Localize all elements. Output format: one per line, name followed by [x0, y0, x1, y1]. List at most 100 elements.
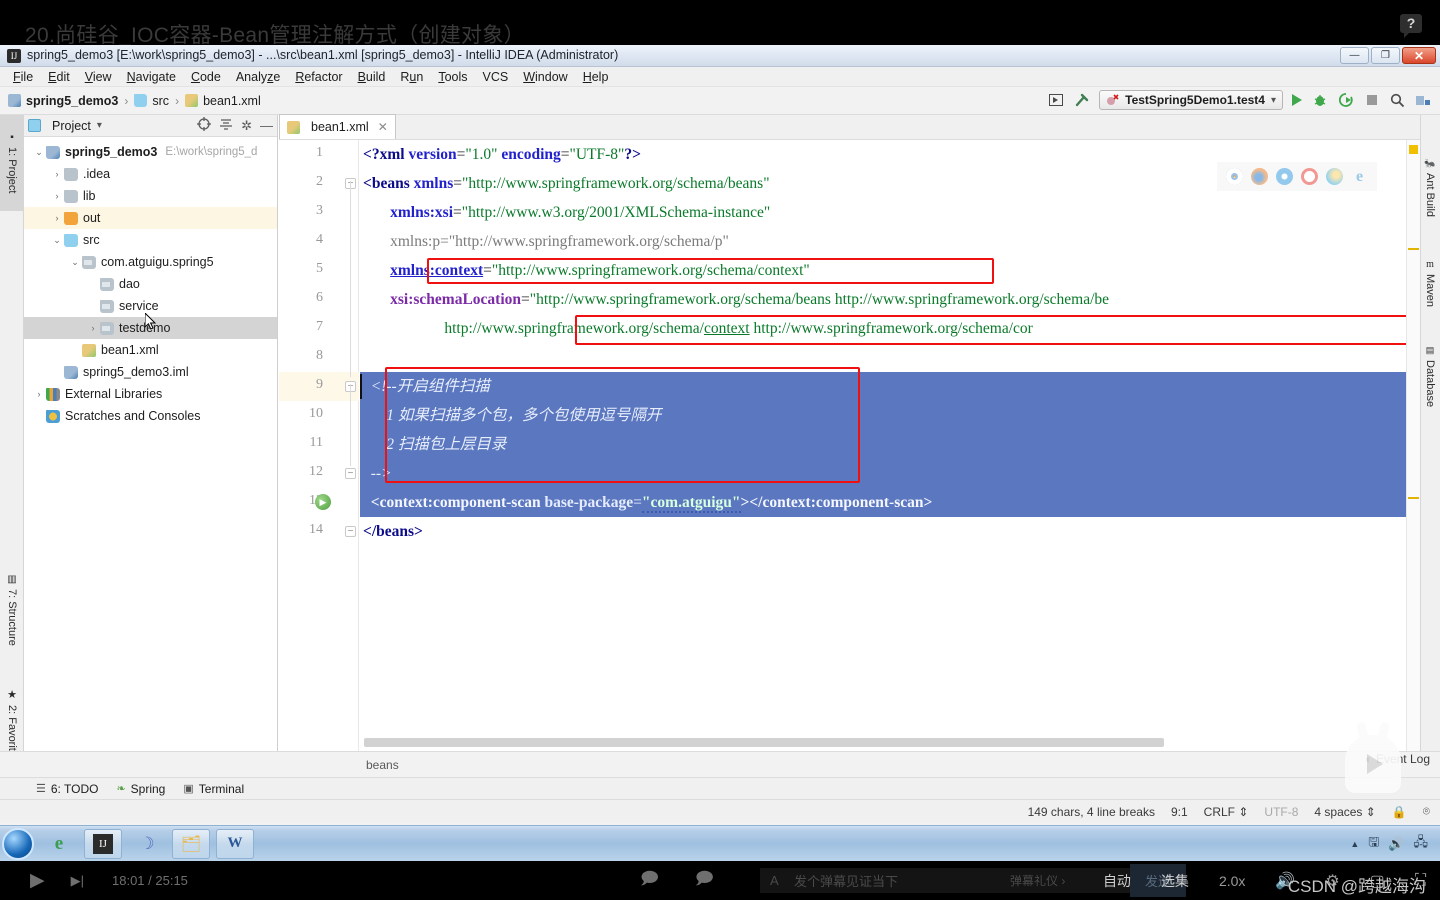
- project-structure-icon[interactable]: [1415, 92, 1432, 109]
- menu-file[interactable]: File: [6, 68, 40, 86]
- fold-icon[interactable]: −: [345, 468, 356, 479]
- debug-icon[interactable]: [1311, 92, 1328, 109]
- chevron-icon[interactable]: ›: [50, 191, 64, 201]
- edge-icon[interactable]: e: [1351, 168, 1368, 185]
- close-button[interactable]: ✕: [1402, 47, 1436, 64]
- settings-gear-icon[interactable]: ✲: [241, 118, 252, 134]
- chevron-icon[interactable]: ›: [32, 389, 46, 399]
- caret-position[interactable]: 9:1: [1171, 805, 1188, 819]
- inspection-status-marker[interactable]: [1409, 145, 1418, 154]
- taskbar-word-icon[interactable]: W: [216, 828, 254, 859]
- run-coverage-icon[interactable]: [1337, 92, 1354, 109]
- volume-icon[interactable]: 🔊: [1388, 836, 1404, 852]
- menu-navigate[interactable]: Navigate: [120, 68, 183, 86]
- tree-item--idea[interactable]: › .idea: [24, 163, 277, 185]
- menu-run[interactable]: Run: [393, 68, 430, 86]
- tree-item-spring5-demo3[interactable]: ⌄ spring5_demo3 E:\work\spring5_d: [24, 141, 277, 163]
- next-icon[interactable]: ▶|: [71, 873, 84, 889]
- horizontal-scrollbar[interactable]: [364, 738, 1164, 747]
- chevron-icon[interactable]: ›: [50, 169, 64, 179]
- chevron-icon[interactable]: ⌄: [50, 235, 64, 246]
- indent-setting[interactable]: 4 spaces ⇕: [1314, 805, 1375, 819]
- chevron-icon[interactable]: ›: [86, 323, 100, 333]
- help-bubble-icon[interactable]: ?: [1400, 14, 1422, 38]
- sidebar-item-ant-build[interactable]: 🐜 Ant Build: [1420, 143, 1440, 233]
- marker-tick[interactable]: [1408, 497, 1419, 499]
- menu-view[interactable]: View: [78, 68, 119, 86]
- taskbar-firefox-icon[interactable]: ☽: [128, 829, 166, 859]
- auto-quality-button[interactable]: 自动: [1103, 871, 1131, 891]
- menu-build[interactable]: Build: [351, 68, 393, 86]
- inspection-icon[interactable]: ⌾: [1423, 804, 1430, 819]
- editor-marker-bar[interactable]: [1406, 140, 1420, 751]
- chevron-icon[interactable]: ⌄: [68, 257, 82, 268]
- menu-edit[interactable]: Edit: [41, 68, 77, 86]
- chevron-icon[interactable]: ›: [50, 213, 64, 223]
- breadcrumb-src[interactable]: src: [134, 94, 169, 108]
- menu-vcs[interactable]: VCS: [476, 68, 516, 86]
- marker-tick[interactable]: [1408, 248, 1419, 250]
- sidebar-item-maven[interactable]: m Maven: [1420, 243, 1440, 323]
- tree-item-external-libraries[interactable]: › External Libraries: [24, 383, 277, 405]
- stop-icon[interactable]: [1363, 92, 1380, 109]
- safari-icon[interactable]: [1276, 168, 1293, 185]
- danmu-off-icon[interactable]: 🗩: [640, 866, 659, 895]
- menu-code[interactable]: Code: [184, 68, 228, 86]
- sidebar-item-structure[interactable]: ▥ 7: Structure: [0, 555, 24, 665]
- sidebar-item-database[interactable]: ▤ Database: [1420, 331, 1440, 421]
- line-separator[interactable]: CRLF ⇕: [1204, 805, 1249, 819]
- play-icon[interactable]: ▶: [30, 869, 45, 892]
- menu-window[interactable]: Window: [516, 68, 574, 86]
- close-icon[interactable]: ✕: [378, 120, 388, 134]
- font-style-icon[interactable]: A: [770, 873, 779, 888]
- menu-refactor[interactable]: Refactor: [288, 68, 349, 86]
- preview-icon[interactable]: [1047, 92, 1064, 109]
- locate-icon[interactable]: [197, 117, 212, 134]
- playback-speed-button[interactable]: 2.0x: [1219, 873, 1245, 889]
- collapse-all-icon[interactable]: [219, 117, 233, 134]
- hide-panel-icon[interactable]: —: [260, 118, 273, 133]
- breadcrumb-beans[interactable]: beans: [366, 758, 399, 772]
- taskbar-intellij-idea-icon[interactable]: IJ: [84, 828, 122, 859]
- breadcrumb-file[interactable]: bean1.xml: [185, 94, 261, 108]
- toolwindow-todo[interactable]: ☰ 6: TODO: [36, 782, 98, 796]
- player-overlay-button[interactable]: [1345, 735, 1401, 793]
- lock-icon[interactable]: 🔒: [1392, 805, 1407, 819]
- tree-item-bean1-xml[interactable]: bean1.xml: [24, 339, 277, 361]
- run-gutter-icon[interactable]: ▶: [315, 494, 331, 510]
- code-editor[interactable]: 1 2− 3 4 5 6 7 8 9− 10 11 12 − 13▶ 14 −: [279, 140, 1420, 751]
- firefox-icon[interactable]: [1251, 168, 1268, 185]
- maximize-button[interactable]: ❐: [1371, 47, 1400, 64]
- taskbar-edge-browser-icon[interactable]: e: [40, 829, 78, 859]
- danmu-etiquette-link[interactable]: 弹幕礼仪 ›: [1010, 872, 1065, 889]
- edge-legacy-icon[interactable]: [1326, 168, 1343, 185]
- code-text[interactable]: <?xml version="1.0" encoding="UTF-8"?> <…: [360, 140, 1420, 751]
- menu-analyze[interactable]: Analyze: [229, 68, 287, 86]
- tree-item-spring5-demo3-iml[interactable]: spring5_demo3.iml: [24, 361, 277, 383]
- show-hidden-icons-icon[interactable]: ▲: [1350, 839, 1359, 849]
- episodes-button[interactable]: 选集: [1161, 871, 1189, 891]
- chevron-icon[interactable]: ⌄: [32, 147, 46, 158]
- tree-item-com-atguigu-spring5[interactable]: ⌄ com.atguigu.spring5: [24, 251, 277, 273]
- tree-item-out[interactable]: › out: [24, 207, 277, 229]
- minimize-button[interactable]: —: [1340, 47, 1369, 64]
- fold-icon[interactable]: −: [345, 526, 356, 537]
- tree-item-src[interactable]: ⌄ src: [24, 229, 277, 251]
- breadcrumb-project[interactable]: spring5_demo3: [8, 94, 118, 108]
- toolwindow-spring[interactable]: ❧ Spring: [116, 782, 165, 796]
- menu-help[interactable]: Help: [576, 68, 616, 86]
- danmu-input[interactable]: A 发个弹幕见证当下: [760, 868, 1160, 893]
- chrome-icon[interactable]: [1226, 168, 1243, 185]
- chevron-down-icon[interactable]: ▾: [97, 120, 102, 131]
- danmu-on-icon[interactable]: 🗩: [695, 866, 714, 895]
- sidebar-item-project[interactable]: ▪ 1: Project: [0, 115, 24, 211]
- file-encoding[interactable]: UTF-8: [1264, 805, 1298, 819]
- run-icon[interactable]: [1292, 94, 1302, 106]
- taskbar-file-explorer-icon[interactable]: 🗂: [172, 828, 210, 859]
- editor-gutter[interactable]: 1 2− 3 4 5 6 7 8 9− 10 11 12 − 13▶ 14 −: [279, 140, 359, 751]
- safe-remove-hardware-icon[interactable]: 🖫: [1368, 833, 1379, 855]
- search-icon[interactable]: [1389, 92, 1406, 109]
- hammer-icon[interactable]: [1073, 92, 1090, 109]
- tab-bean1-xml[interactable]: bean1.xml ✕: [279, 114, 396, 139]
- browser-preview-popup[interactable]: e: [1217, 162, 1377, 191]
